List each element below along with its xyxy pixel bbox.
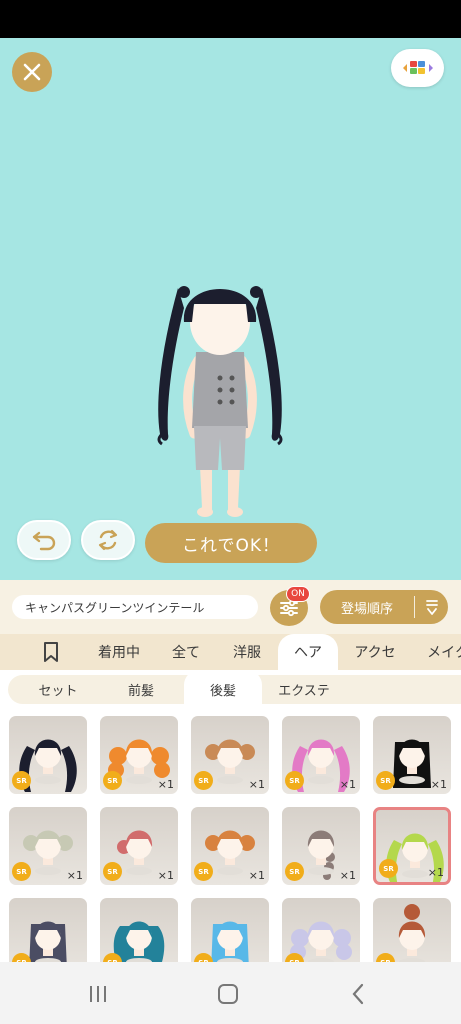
sort-direction-icon[interactable] [415, 598, 448, 616]
hair-item-card[interactable]: SR [9, 898, 87, 962]
item-quantity: ×1 [248, 869, 265, 882]
subcategory-tab-label: セット [38, 684, 78, 699]
system-nav-bar [0, 962, 461, 1024]
hair-item-card[interactable]: SR ×1 [191, 807, 269, 885]
home-icon [218, 984, 238, 1004]
avatar-figure [157, 286, 283, 517]
subcategory-tabs: セット 前髪 後髪 エクステ [0, 670, 461, 708]
subcategory-tab[interactable]: エクステ [264, 675, 344, 704]
hair-item-card[interactable]: SR ×1 [282, 807, 360, 885]
tab-bookmark[interactable] [30, 634, 72, 670]
home-button[interactable] [208, 978, 248, 1010]
recent-apps-icon [90, 986, 106, 1002]
filter-bar: キャンパスグリーンツインテール ON 登場順序 [0, 580, 461, 634]
category-tab[interactable]: メイク [418, 634, 461, 670]
rarity-badge: SR [103, 771, 122, 790]
item-quantity: ×1 [157, 778, 174, 791]
category-tabs: 着用中 全て 洋服 ヘア アクセ メイク [0, 634, 461, 670]
subcategory-tab-label: 後髪 [209, 683, 236, 699]
category-tab-label: 洋服 [233, 645, 261, 661]
category-tab[interactable]: ヘア [278, 634, 338, 670]
item-quantity: ×1 [430, 778, 447, 791]
rarity-badge: SR [285, 771, 304, 790]
bookmark-icon [44, 642, 58, 662]
rarity-badge: SR [12, 771, 31, 790]
item-quantity: ×1 [427, 866, 444, 879]
recent-apps-button[interactable] [78, 978, 118, 1010]
sort-order-button[interactable]: 登場順序 [320, 590, 448, 624]
subcategory-tab-label: エクステ [278, 684, 330, 699]
item-quantity: ×1 [248, 778, 265, 791]
hair-item-card[interactable]: SR ×1 [373, 807, 451, 885]
category-tab-label: アクセ [354, 645, 396, 661]
reset-button[interactable] [81, 520, 135, 560]
rarity-badge: SR [285, 862, 304, 881]
rarity-badge: SR [103, 862, 122, 881]
item-quantity: ×1 [157, 869, 174, 882]
item-quantity: ×1 [339, 869, 356, 882]
color-grid-icon [402, 61, 433, 74]
rarity-badge: SR [194, 862, 213, 881]
hair-item-card[interactable]: SR ×1 [191, 716, 269, 794]
category-tab[interactable]: 洋服 [220, 634, 274, 670]
rarity-badge: SR [194, 771, 213, 790]
item-quantity: ×1 [66, 869, 83, 882]
selected-item-name: キャンパスグリーンツインテール [12, 595, 258, 619]
close-button[interactable] [12, 52, 52, 92]
category-tab[interactable]: アクセ [340, 634, 410, 670]
sort-label: 登場順序 [340, 601, 393, 617]
subcategory-tab[interactable]: 後髪 [184, 670, 262, 708]
hair-item-card[interactable]: SR [9, 716, 87, 794]
rarity-badge: SR [379, 859, 398, 878]
category-tab-label: 着用中 [98, 645, 140, 661]
subcategory-tab-label: 前髪 [127, 684, 154, 699]
subcategory-tab[interactable]: セット [20, 675, 96, 704]
rarity-badge: SR [12, 862, 31, 881]
hair-item-card[interactable]: SR [373, 898, 451, 962]
category-tab-label: 全て [172, 645, 200, 661]
category-tab[interactable]: 全て [158, 634, 214, 670]
filter-on-badge: ON [286, 586, 310, 602]
confirm-ok-button[interactable]: これでOK！ [145, 523, 317, 563]
hair-item-card[interactable]: SR [282, 898, 360, 962]
hair-item-card[interactable]: SR ×1 [100, 716, 178, 794]
display-menu-button[interactable] [391, 49, 444, 87]
hair-item-card[interactable]: SR [191, 898, 269, 962]
avatar-stage: これでOK！ [0, 38, 461, 580]
undo-button[interactable] [17, 520, 71, 560]
back-icon [352, 983, 364, 1005]
category-tab[interactable]: 着用中 [82, 634, 156, 670]
hair-item-card[interactable]: SR ×1 [282, 716, 360, 794]
hair-item-card[interactable]: SR ×1 [373, 716, 451, 794]
hair-item-card[interactable]: SR ×1 [100, 807, 178, 885]
status-bar [0, 0, 461, 38]
subcategory-tab[interactable]: 前髪 [102, 675, 180, 704]
hair-item-card[interactable]: SR ×1 [9, 807, 87, 885]
rarity-badge: SR [376, 771, 395, 790]
category-tab-label: メイク [427, 645, 461, 661]
refresh-icon [98, 529, 118, 551]
undo-icon [32, 531, 56, 551]
item-grid: SR SR ×1 SR ×1 SR ×1 SR ×1 SR ×1 SR ×1 SR ×1 SR… [0, 708, 461, 962]
hair-item-card[interactable]: SR [100, 898, 178, 962]
category-tab-label: ヘア [294, 645, 322, 661]
item-quantity: ×1 [339, 778, 356, 791]
back-button[interactable] [338, 978, 378, 1010]
close-icon [23, 63, 41, 81]
